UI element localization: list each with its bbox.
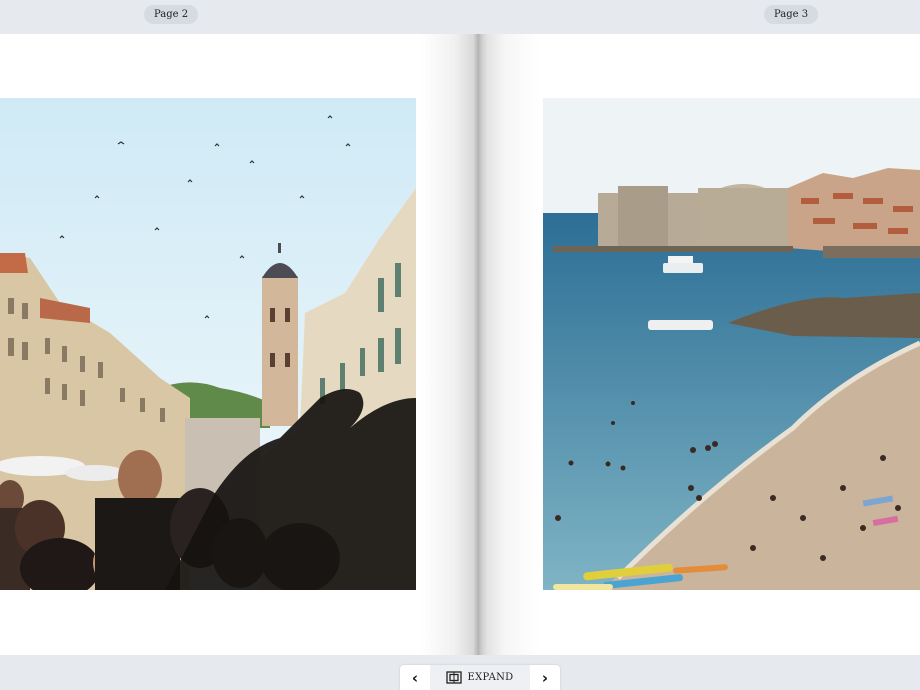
previous-page-button[interactable]: ‹ xyxy=(400,665,430,690)
book-spine xyxy=(474,34,482,655)
next-page-button[interactable]: › xyxy=(530,665,560,690)
photo-street-bell-tower xyxy=(0,98,416,590)
chevron-left-icon: ‹ xyxy=(411,668,419,687)
photo-coastal-beach xyxy=(543,98,920,590)
page-label-left: Page 2 xyxy=(144,5,199,24)
photo-book-spread xyxy=(0,34,920,655)
viewer-toolbar: ‹ EXPAND › xyxy=(400,665,560,690)
chevron-right-icon: › xyxy=(541,668,549,687)
page-label-right: Page 3 xyxy=(764,5,819,24)
expand-button[interactable]: EXPAND xyxy=(430,665,530,690)
expand-label: EXPAND xyxy=(467,672,514,683)
expand-icon xyxy=(446,671,463,684)
